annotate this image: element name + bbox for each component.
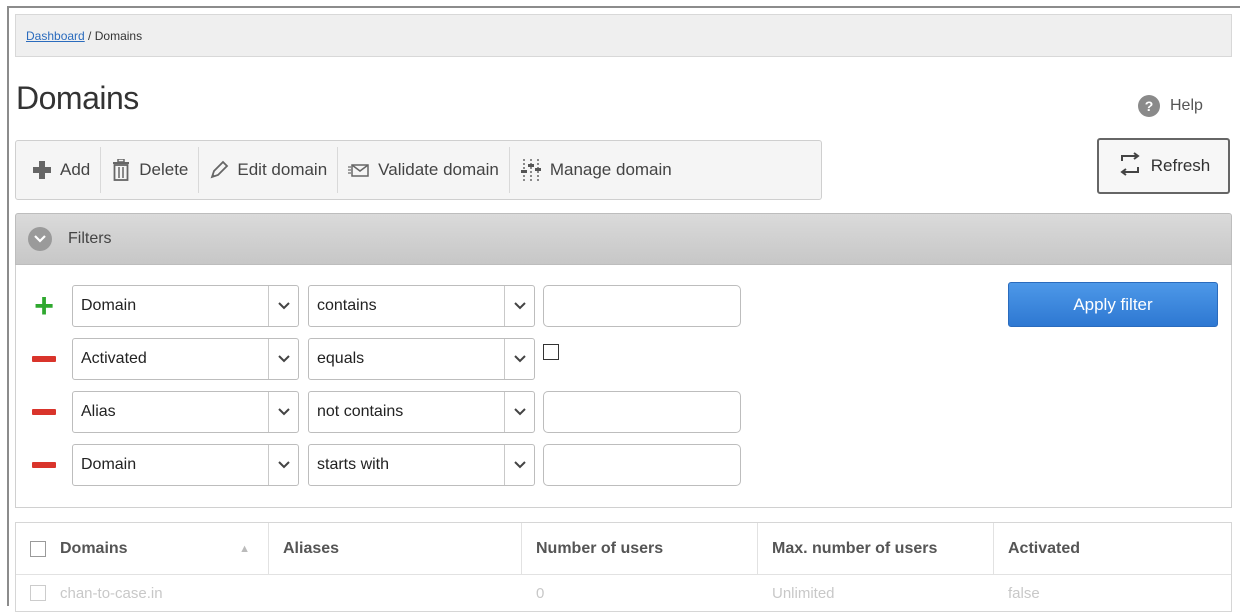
filter-row: + Domain contains [16, 285, 741, 327]
filter-row: Alias not contains [16, 391, 741, 433]
column-header-aliases[interactable]: Aliases [269, 523, 522, 574]
column-header-activated[interactable]: Activated [994, 523, 1231, 574]
cell-activated: false [1008, 584, 1040, 602]
help-label: Help [1170, 97, 1203, 114]
envelope-check-icon [348, 161, 370, 179]
chevron-down-icon [268, 339, 298, 379]
help-link[interactable]: ? Help [1138, 95, 1203, 117]
breadcrumb: Dashboard / Domains [15, 14, 1232, 57]
filter-operator-value: equals [317, 350, 365, 367]
filter-field-select[interactable]: Activated [72, 338, 299, 380]
validate-domain-button[interactable]: Validate domain [338, 147, 510, 193]
chevron-down-icon [268, 392, 298, 432]
page-title: Domains [16, 80, 139, 116]
add-label: Add [60, 160, 91, 179]
pencil-icon [209, 160, 229, 180]
chevron-down-icon [268, 445, 298, 485]
cell-users: 0 [536, 584, 545, 602]
chevron-down-icon [268, 286, 298, 326]
cell-aliases [269, 575, 522, 611]
filter-field-select[interactable]: Alias [72, 391, 299, 433]
edit-domain-button[interactable]: Edit domain [199, 147, 339, 193]
chevron-down-icon [504, 445, 534, 485]
plus-icon [32, 160, 52, 180]
manage-domain-label: Manage domain [549, 160, 672, 179]
sliders-icon [520, 158, 542, 182]
row-checkbox[interactable] [30, 585, 46, 601]
filter-operator-select[interactable]: not contains [308, 391, 535, 433]
filter-value-checkbox[interactable] [543, 344, 559, 360]
filter-operator-select[interactable]: equals [308, 338, 535, 380]
sort-asc-icon: ▲ [239, 542, 250, 555]
remove-filter-icon[interactable] [16, 409, 72, 415]
filter-field-value: Alias [81, 403, 116, 420]
column-label: Max. number of users [772, 539, 938, 557]
column-label: Domains [60, 539, 128, 557]
filter-field-value: Activated [81, 350, 147, 367]
table-row[interactable]: chan-to-case.in 0 Unlimited false [16, 575, 1231, 611]
refresh-icon [1117, 151, 1143, 181]
validate-domain-label: Validate domain [378, 160, 499, 179]
add-button[interactable]: Add [22, 147, 102, 193]
domains-table: Domains ▲ Aliases Number of users Max. n… [15, 522, 1232, 612]
cell-domain: chan-to-case.in [60, 584, 163, 602]
column-label: Activated [1008, 539, 1081, 557]
cell-max-users: Unlimited [772, 584, 835, 602]
chevron-down-icon [504, 339, 534, 379]
table-header: Domains ▲ Aliases Number of users Max. n… [16, 523, 1231, 575]
filter-value-input[interactable] [543, 391, 741, 433]
filters-panel: + Domain contains Activated equals Alias… [15, 265, 1232, 508]
filter-row: Activated equals [16, 338, 559, 380]
filters-header[interactable]: Filters [15, 213, 1232, 265]
filter-field-select[interactable]: Domain [72, 444, 299, 486]
select-all-checkbox[interactable] [30, 540, 46, 557]
chevron-down-icon [504, 392, 534, 432]
filter-operator-value: starts with [317, 456, 390, 473]
filter-operator-value: not contains [317, 403, 404, 420]
filter-row: Domain starts with [16, 444, 741, 486]
remove-filter-icon[interactable] [16, 356, 72, 362]
delete-button[interactable]: Delete [101, 147, 200, 193]
refresh-label: Refresh [1150, 156, 1211, 175]
filters-title: Filters [68, 230, 112, 247]
filter-field-value: Domain [81, 297, 137, 314]
filter-operator-select[interactable]: starts with [308, 444, 535, 486]
breadcrumb-dashboard-link[interactable]: Dashboard [26, 29, 85, 43]
refresh-button[interactable]: Refresh [1097, 138, 1230, 194]
chevron-down-icon [504, 286, 534, 326]
column-label: Number of users [536, 539, 664, 557]
chevron-down-icon[interactable] [28, 227, 52, 251]
column-label: Aliases [283, 539, 340, 557]
remove-filter-icon[interactable] [16, 462, 72, 468]
question-circle-icon: ? [1138, 95, 1160, 117]
filter-field-value: Domain [81, 456, 137, 473]
filter-operator-value: contains [317, 297, 377, 314]
breadcrumb-current: Domains [94, 29, 143, 43]
apply-filter-button[interactable]: Apply filter [1008, 282, 1218, 327]
column-header-domains[interactable]: Domains ▲ [16, 523, 269, 574]
add-filter-icon[interactable]: + [16, 289, 72, 323]
toolbar: Add Delete Edit domain Validate domain M… [15, 140, 822, 200]
breadcrumb-separator: / [84, 29, 95, 43]
filter-field-select[interactable]: Domain [72, 285, 299, 327]
column-header-number-of-users[interactable]: Number of users [522, 523, 758, 574]
delete-label: Delete [139, 160, 189, 179]
column-header-max-users[interactable]: Max. number of users [758, 523, 994, 574]
filter-value-input[interactable] [543, 444, 741, 486]
filter-operator-select[interactable]: contains [308, 285, 535, 327]
filter-value-input[interactable] [543, 285, 741, 327]
manage-domain-button[interactable]: Manage domain [510, 147, 682, 193]
trash-icon [111, 159, 131, 181]
edit-domain-label: Edit domain [237, 160, 328, 179]
